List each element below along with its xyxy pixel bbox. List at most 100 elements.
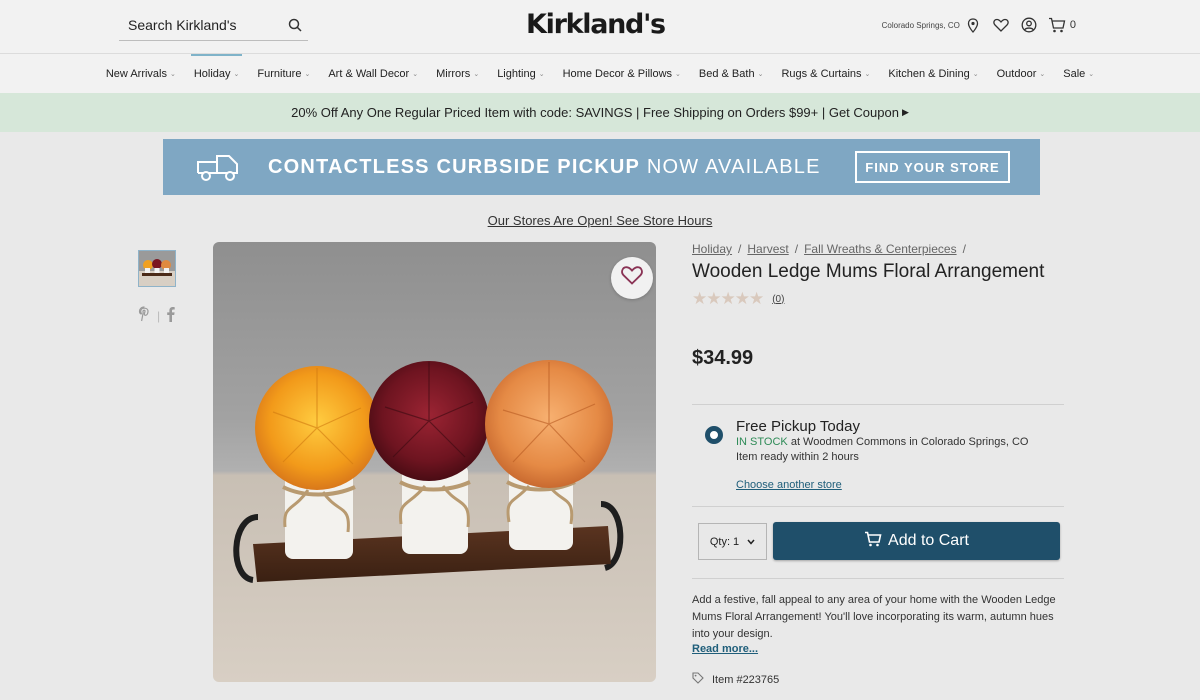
star-rating-icon: ★★★★★	[692, 289, 764, 308]
promo-text: 20% Off Any One Regular Priced Item with…	[291, 105, 899, 120]
site-header: Search Kirkland's Kirkland's Colorado Sp…	[0, 0, 1200, 54]
cart-count[interactable]: 0	[1070, 19, 1076, 31]
breadcrumb-harvest[interactable]: Harvest	[747, 242, 788, 256]
nav-item-art-wall-decor[interactable]: Art & Wall Decor ⌄	[319, 54, 427, 93]
breadcrumb-holiday[interactable]: Holiday	[692, 242, 732, 256]
search-input[interactable]: Search Kirkland's	[119, 17, 282, 33]
store-availability: at Woodmen Commons in Colorado Springs, …	[790, 436, 1029, 448]
pickup-title: Free Pickup Today	[736, 418, 860, 435]
stock-status: IN STOCK at Woodmen Commons in Colorado …	[736, 436, 1028, 448]
item-number: Item #223765	[692, 672, 779, 687]
add-to-cart-button[interactable]: Add to Cart	[773, 522, 1060, 560]
location-pin-icon[interactable]	[964, 16, 982, 34]
nav-item-mirrors[interactable]: Mirrors ⌄	[427, 54, 488, 93]
chevron-down-icon: ⌄	[538, 70, 545, 78]
breadcrumb-separator: /	[962, 242, 966, 256]
chevron-down-icon	[747, 536, 755, 548]
chevron-down-icon: ⌄	[675, 70, 681, 78]
account-icon[interactable]	[1020, 16, 1038, 34]
nav-label: Mirrors	[436, 67, 471, 80]
logo[interactable]: Kirkland's	[526, 8, 666, 42]
chevron-down-icon: ⌄	[473, 70, 480, 78]
nav-item-outdoor[interactable]: Outdoor ⌄	[988, 54, 1055, 93]
product-title: Wooden Ledge Mums Floral Arrangement	[692, 261, 1045, 282]
heart-icon	[621, 266, 643, 290]
utility-nav: Colorado Springs, CO 0	[882, 14, 1076, 36]
breadcrumb-separator: /	[738, 242, 742, 256]
cart-icon[interactable]	[1048, 16, 1066, 34]
nav-label: Home Decor & Pillows	[562, 67, 673, 80]
product-description: Add a festive, fall appeal to any area o…	[692, 594, 1056, 640]
fulfillment-option-pickup[interactable]: Free Pickup Today IN STOCK at Woodmen Co…	[692, 404, 1064, 507]
add-to-cart-label: Add to Cart	[888, 532, 969, 549]
nav-label: Art & Wall Decor	[328, 67, 410, 80]
nav-item-new-arrivals[interactable]: New Arrivals ⌄	[97, 54, 185, 93]
find-store-button[interactable]: FIND YOUR STORE	[855, 151, 1010, 183]
favorite-button[interactable]	[611, 257, 653, 299]
quantity-select[interactable]: Qty: 1	[698, 523, 767, 560]
nav-label: New Arrivals	[105, 67, 167, 80]
quantity-value: Qty: 1	[709, 535, 740, 548]
add-to-cart-row: Qty: 1 Add to Cart	[692, 507, 1064, 579]
nav-item-sale[interactable]: Sale ⌄	[1054, 54, 1103, 93]
nav-item-lighting[interactable]: Lighting ⌄	[488, 54, 553, 93]
nav-item-holiday[interactable]: Holiday ⌄	[185, 54, 249, 93]
truck-icon	[195, 151, 241, 183]
tag-icon	[692, 672, 704, 687]
store-location[interactable]: Colorado Springs, CO	[882, 21, 960, 30]
in-stock-badge: IN STOCK	[736, 436, 788, 448]
pickup-ready-time: Item ready within 2 hours	[736, 451, 859, 463]
nav-item-bed-bath[interactable]: Bed & Bath ⌄	[690, 54, 773, 93]
chevron-down-icon: ⌄	[864, 70, 871, 78]
chevron-down-icon: ⌄	[169, 70, 176, 78]
store-hours-link[interactable]: Our Stores Are Open! See Store Hours	[0, 213, 1200, 228]
nav-label: Kitchen & Dining	[888, 67, 970, 80]
read-more-link[interactable]: Read more...	[692, 643, 758, 655]
breadcrumb-fall-wreaths[interactable]: Fall Wreaths & Centerpieces	[804, 242, 957, 256]
product-image[interactable]	[213, 242, 656, 682]
promo-bar[interactable]: 20% Off Any One Regular Priced Item with…	[0, 93, 1200, 132]
product-rating: ★★★★★ (0)	[692, 289, 1064, 309]
chevron-down-icon: ⌄	[1039, 70, 1046, 78]
nav-item-rugs-curtains[interactable]: Rugs & Curtains ⌄	[772, 54, 879, 93]
curbside-headline: CONTACTLESS CURBSIDE PICKUP NOW AVAILABL…	[268, 139, 821, 195]
share-divider: |	[157, 309, 161, 323]
product-price: $34.99	[692, 347, 754, 369]
curbside-banner[interactable]: CONTACTLESS CURBSIDE PICKUP NOW AVAILABL…	[163, 139, 1040, 195]
pickup-radio[interactable]	[705, 426, 723, 444]
chevron-down-icon: ⌄	[233, 70, 240, 78]
nav-label: Outdoor	[996, 67, 1037, 80]
nav-item-kitchen-dining[interactable]: Kitchen & Dining ⌄	[879, 54, 987, 93]
choose-store-link[interactable]: Choose another store	[736, 479, 842, 491]
nav-label: Furniture	[257, 67, 302, 80]
heart-icon[interactable]	[992, 16, 1010, 34]
share-links: |	[138, 306, 175, 326]
nav-label: Rugs & Curtains	[781, 67, 862, 80]
caret-right-icon: ▶	[901, 107, 909, 117]
chevron-down-icon: ⌄	[972, 70, 979, 78]
curbside-light: NOW AVAILABLE	[646, 156, 821, 178]
pinterest-icon[interactable]	[138, 306, 151, 326]
main-nav: New Arrivals ⌄ Holiday ⌄ Furniture ⌄ Art & …	[0, 54, 1200, 93]
chevron-down-icon: ⌄	[412, 70, 419, 78]
search-icon[interactable]	[282, 12, 308, 38]
product-details: Holiday / Harvest / Fall Wreaths & Centerp…	[692, 242, 1064, 370]
nav-item-home-decor-pillows[interactable]: Home Decor & Pillows ⌄	[554, 54, 690, 93]
chevron-down-icon: ⌄	[757, 70, 764, 78]
breadcrumb-separator: /	[794, 242, 799, 256]
facebook-icon[interactable]	[166, 306, 175, 326]
search-bar[interactable]: Search Kirkland's	[119, 10, 308, 41]
chevron-down-icon: ⌄	[1088, 70, 1095, 78]
product-thumbnail[interactable]	[138, 250, 176, 287]
nav-label: Bed & Bath	[698, 67, 755, 80]
review-count-link[interactable]: (0)	[772, 294, 784, 305]
cart-icon	[864, 531, 882, 552]
curbside-bold: CONTACTLESS CURBSIDE PICKUP	[268, 156, 641, 178]
nav-label: Sale	[1063, 67, 1086, 80]
nav-label: Holiday	[193, 67, 231, 80]
nav-label: Lighting	[497, 67, 536, 80]
breadcrumb: Holiday / Harvest / Fall Wreaths & Centerp…	[692, 242, 1064, 256]
item-number-text: Item #223765	[712, 673, 780, 686]
chevron-down-icon: ⌄	[304, 70, 311, 78]
nav-item-furniture[interactable]: Furniture ⌄	[248, 54, 319, 93]
